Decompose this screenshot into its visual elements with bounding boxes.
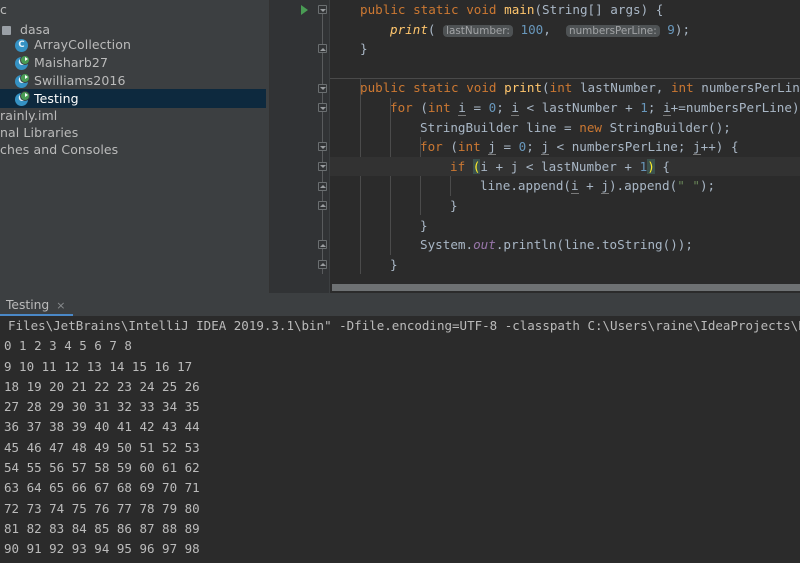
code-editor[interactable]: 8 9 10 11 12 13 14 15 16 17 18 19 20 21 … xyxy=(270,0,800,293)
fold-collapse-icon[interactable] xyxy=(316,0,328,20)
run-tool-window: Testing × Files\JetBrains\IntelliJ IDEA … xyxy=(0,294,800,563)
close-icon[interactable]: × xyxy=(56,300,65,311)
code-line-16[interactable]: if (i + j < lastNumber + 1) { xyxy=(330,156,800,177)
tree-item-label: Testing xyxy=(34,90,79,106)
tree-item-src[interactable]: c xyxy=(0,0,266,20)
tree-item-label: rainly.iml xyxy=(0,107,58,123)
editor-and-project-area: c dasa C ArrayCollection C Maisharb27 C … xyxy=(0,0,800,293)
tree-item-ArrayCollection[interactable]: C ArrayCollection xyxy=(0,35,266,55)
console-command-line: Files\JetBrains\IntelliJ IDEA 2019.3.1\b… xyxy=(8,318,800,333)
editor-horizontal-scrollbar[interactable] xyxy=(332,284,800,291)
tree-item-Maisharb27[interactable]: C Maisharb27 xyxy=(0,53,266,73)
console-output[interactable]: Files\JetBrains\IntelliJ IDEA 2019.3.1\b… xyxy=(0,316,800,563)
code-line-17[interactable]: line.append(i + j).append(" "); xyxy=(330,176,800,196)
run-tab-testing[interactable]: Testing × xyxy=(0,294,74,316)
fold-collapse-icon[interactable] xyxy=(316,78,328,98)
fold-collapse-icon[interactable] xyxy=(316,137,328,157)
console-output-line: 45 46 47 48 49 50 51 52 53 xyxy=(4,439,200,455)
console-output-line: 36 37 38 39 40 41 42 43 44 xyxy=(4,419,200,435)
code-line-19[interactable]: } xyxy=(330,216,800,236)
java-class-icon: C xyxy=(14,37,29,52)
fold-collapse-icon[interactable] xyxy=(316,157,328,177)
code-text-area[interactable]: public static void main(String[] args) {… xyxy=(330,0,800,293)
code-line-11[interactable] xyxy=(330,59,800,79)
code-line-14[interactable]: StringBuilder line = new StringBuilder()… xyxy=(330,118,800,138)
console-output-line: 81 82 83 84 85 86 87 88 89 xyxy=(4,520,200,536)
java-class-runnable-icon: C xyxy=(14,54,30,70)
console-output-line: 90 91 92 93 94 95 96 97 98 xyxy=(4,541,200,557)
tree-item-label: ArrayCollection xyxy=(34,36,131,52)
code-line-9[interactable]: print( lastNumber: 100, numbersPerLine: … xyxy=(330,20,800,40)
java-class-runnable-icon: C xyxy=(14,72,30,88)
tree-item-scratches-and-consoles[interactable]: ches and Consoles xyxy=(0,140,266,160)
console-output-line: 72 73 74 75 76 77 78 79 80 xyxy=(4,500,200,516)
console-output-line: 27 28 29 30 31 32 33 34 35 xyxy=(4,399,200,415)
console-output-line: 63 64 65 66 67 68 69 70 71 xyxy=(4,480,200,496)
run-method-icon[interactable] xyxy=(301,0,311,20)
java-class-runnable-icon: C xyxy=(14,90,30,106)
code-line-15[interactable]: for (int j = 0; j < numbersPerLine; j++)… xyxy=(330,137,800,157)
run-tab-label: Testing xyxy=(6,298,50,312)
console-output-line: 9 10 11 12 13 14 15 16 17 xyxy=(4,358,193,374)
run-tab-bar: Testing × xyxy=(0,294,800,316)
fold-expand-icon[interactable] xyxy=(316,255,328,275)
param-hint-numbersPerLine: numbersPerLine: xyxy=(566,24,660,37)
tree-item-label: nal Libraries xyxy=(0,124,79,140)
code-line-10[interactable]: } xyxy=(330,39,800,59)
scrollbar-thumb[interactable] xyxy=(332,284,800,291)
console-output-line: 54 55 56 57 58 59 60 61 62 xyxy=(4,460,200,476)
console-output-line: 99 100 xyxy=(0,560,800,563)
fold-expand-icon[interactable] xyxy=(316,39,328,59)
console-output-line: 18 19 20 21 22 23 24 25 26 xyxy=(4,378,200,394)
tree-item-label: ches and Consoles xyxy=(0,141,119,157)
fold-expand-icon[interactable] xyxy=(316,196,328,216)
code-line-22[interactable] xyxy=(330,255,800,275)
tree-item-label: Maisharb27 xyxy=(34,54,108,70)
code-line-20[interactable]: System.out.println(line.toString()); xyxy=(330,235,800,255)
fold-expand-icon[interactable] xyxy=(316,176,328,196)
param-hint-lastNumber: lastNumber: xyxy=(443,24,513,37)
code-line-18[interactable]: } xyxy=(330,196,800,216)
intellij-idea-window: c dasa C ArrayCollection C Maisharb27 C … xyxy=(0,0,800,563)
code-line-13[interactable]: for (int i = 0; i < lastNumber + 1; i+=n… xyxy=(330,98,800,118)
tree-item-Swilliams2016[interactable]: C Swilliams2016 xyxy=(0,71,266,91)
console-output-line: 0 1 2 3 4 5 6 7 8 xyxy=(4,338,132,354)
fold-expand-icon[interactable] xyxy=(316,235,328,255)
fold-collapse-icon[interactable] xyxy=(316,98,328,118)
code-line-8[interactable]: public static void main(String[] args) { xyxy=(330,0,800,20)
code-line-12[interactable]: public static void print(int lastNumber,… xyxy=(330,78,800,98)
project-tool-window[interactable]: c dasa C ArrayCollection C Maisharb27 C … xyxy=(0,0,270,293)
tree-item-label: Swilliams2016 xyxy=(34,72,126,88)
